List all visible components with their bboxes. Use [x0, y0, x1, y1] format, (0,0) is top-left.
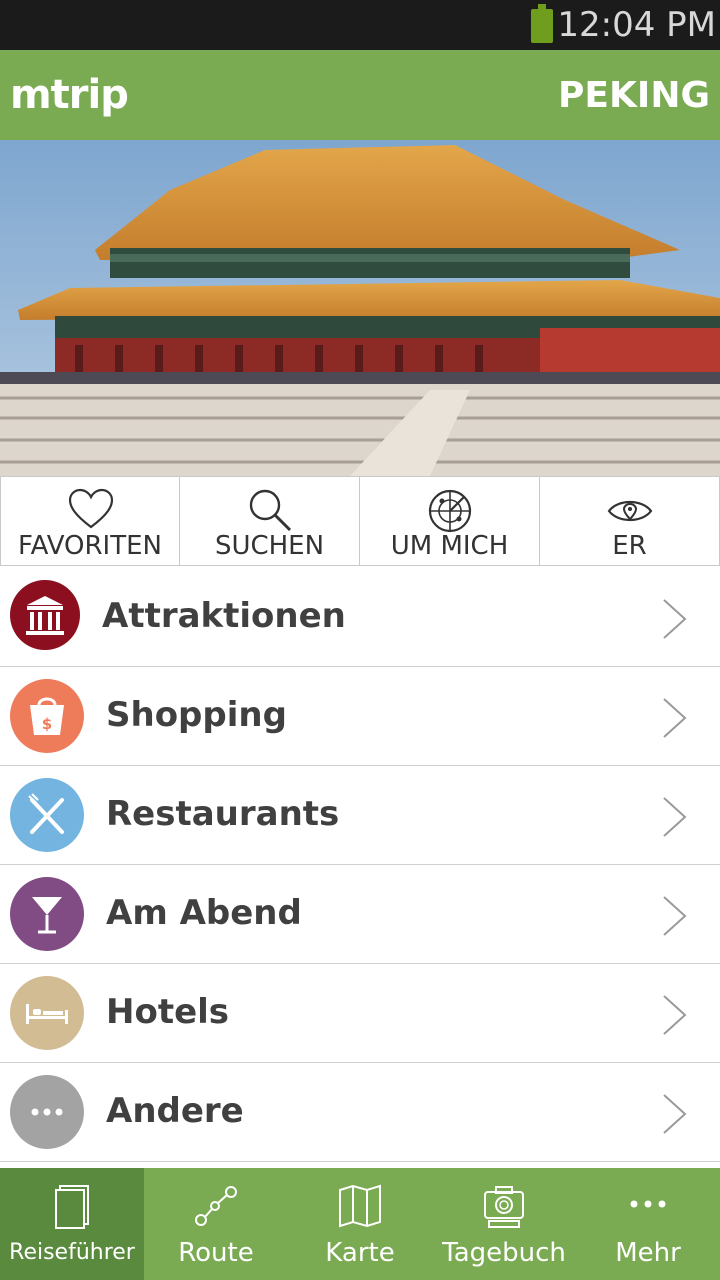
- search-icon: [249, 489, 292, 532]
- chevron-right-icon: [663, 599, 687, 639]
- category-evening[interactable]: Am Abend: [0, 865, 720, 964]
- favorites-label: FAVORITEN: [18, 531, 162, 561]
- camera-icon: [484, 1186, 524, 1228]
- more-icon: [630, 1200, 666, 1208]
- route-icon: [195, 1186, 237, 1226]
- category-label: Hotels: [106, 992, 230, 1032]
- cutlery-icon: [10, 778, 84, 852]
- cocktail-icon: [10, 877, 84, 951]
- chevron-right-icon: [663, 995, 687, 1035]
- map-icon: [339, 1184, 381, 1228]
- category-shopping[interactable]: $ Shopping: [0, 667, 720, 766]
- tab-label: Route: [178, 1238, 254, 1268]
- bed-icon: [10, 976, 84, 1050]
- category-label: Attraktionen: [102, 596, 346, 636]
- category-other[interactable]: Andere: [0, 1063, 720, 1162]
- category-restaurants[interactable]: Restaurants: [0, 766, 720, 865]
- tab-label: Reiseführer: [9, 1240, 135, 1265]
- svg-text:$: $: [42, 715, 52, 733]
- shopping-bag-icon: $: [10, 679, 84, 753]
- category-label: Andere: [106, 1091, 244, 1131]
- chevron-right-icon: [663, 896, 687, 936]
- chevron-right-icon: [663, 698, 687, 738]
- tab-more[interactable]: Mehr: [576, 1168, 720, 1280]
- category-label: Shopping: [106, 695, 287, 735]
- app-logo: mtrip: [10, 72, 129, 118]
- heart-icon: [68, 488, 114, 529]
- category-list: Attraktionen $ Shopping Restaurants Am A…: [0, 568, 720, 1162]
- guide-icon: [55, 1185, 89, 1229]
- status-bar: 12:04 PM: [0, 0, 720, 50]
- near-me-button[interactable]: UM MICH: [360, 476, 540, 566]
- city-name[interactable]: PEKING: [558, 75, 710, 117]
- near-me-label: UM MICH: [390, 531, 509, 561]
- tab-label: Karte: [325, 1238, 395, 1268]
- category-hotels[interactable]: Hotels: [0, 964, 720, 1063]
- explore-button[interactable]: ER: [540, 476, 720, 566]
- tab-label: Tagebuch: [442, 1238, 566, 1268]
- quick-actions-bar: FAVORITEN SUCHEN UM MICH ER: [0, 476, 720, 568]
- search-button[interactable]: SUCHEN: [180, 476, 360, 566]
- chevron-right-icon: [663, 1094, 687, 1134]
- category-attractions[interactable]: Attraktionen: [0, 568, 720, 667]
- category-label: Restaurants: [106, 794, 340, 834]
- museum-icon: [10, 580, 80, 650]
- tab-route[interactable]: Route: [144, 1168, 288, 1280]
- hero-image-forbidden-city: [0, 140, 720, 476]
- bottom-tab-bar: Reiseführer Route Karte Tagebuch Mehr: [0, 1168, 720, 1280]
- explore-label: ER: [612, 531, 647, 561]
- radar-icon: [428, 489, 472, 533]
- battery-icon: [531, 4, 553, 43]
- favorites-button[interactable]: FAVORITEN: [0, 476, 180, 566]
- more-icon: [10, 1075, 84, 1149]
- search-label: SUCHEN: [214, 531, 325, 561]
- eye-icon: [607, 500, 653, 522]
- tab-diary[interactable]: Tagebuch: [432, 1168, 576, 1280]
- app-header: mtrip PEKING: [0, 50, 720, 140]
- chevron-right-icon: [663, 797, 687, 837]
- tab-guide[interactable]: Reiseführer: [0, 1168, 144, 1280]
- category-label: Am Abend: [106, 893, 302, 933]
- status-time: 12:04 PM: [557, 5, 716, 45]
- tab-label: Mehr: [615, 1238, 681, 1268]
- tab-map[interactable]: Karte: [288, 1168, 432, 1280]
